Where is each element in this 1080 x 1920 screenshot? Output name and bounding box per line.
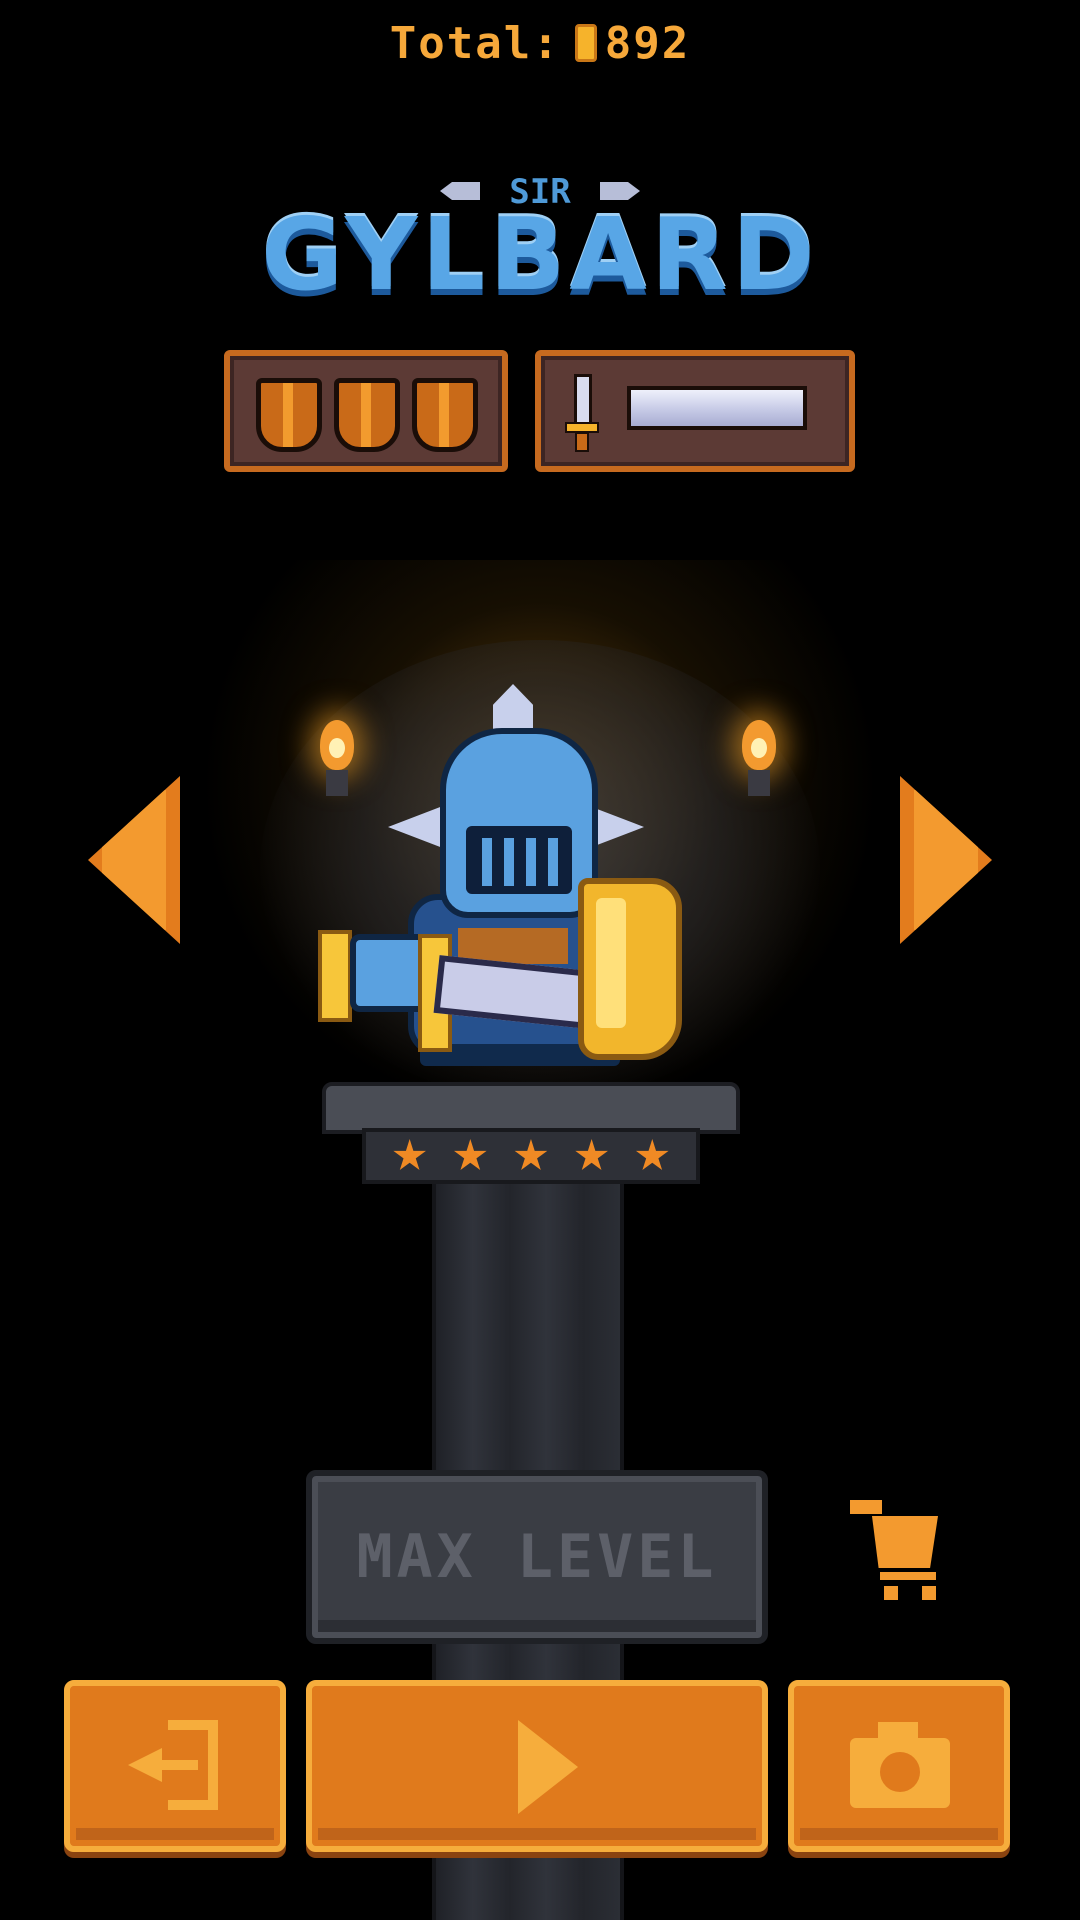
arrow-left-icon — [102, 790, 166, 930]
next-character-button[interactable] — [900, 776, 992, 944]
cart-icon[interactable] — [850, 1498, 946, 1602]
play-button[interactable] — [306, 1680, 768, 1852]
pedestal-top — [322, 1082, 740, 1134]
coin-count: 892 — [604, 18, 691, 69]
sword-icon — [565, 374, 599, 452]
camera-icon — [850, 1722, 950, 1808]
previous-character-button[interactable] — [88, 776, 180, 944]
star-icon — [514, 1139, 548, 1170]
play-icon — [518, 1720, 578, 1814]
defense-panel — [224, 350, 508, 472]
star-icon — [453, 1139, 487, 1170]
character-name: GYLBARD — [261, 196, 819, 313]
shield-icon — [256, 378, 322, 452]
screenshot-button[interactable] — [788, 1680, 1010, 1852]
star-rating — [362, 1128, 700, 1184]
star-icon — [575, 1139, 608, 1170]
coin-icon — [574, 24, 597, 62]
attack-power-bar — [627, 386, 807, 430]
exit-icon — [128, 1720, 224, 1810]
arrow-right-icon — [914, 790, 978, 930]
attack-panel — [535, 350, 855, 472]
knight-character — [318, 684, 698, 1066]
attack-power-fill — [631, 390, 803, 426]
torch-right-icon — [728, 720, 788, 820]
star-icon — [635, 1139, 669, 1170]
shield-icon — [334, 378, 400, 452]
shield-icon — [412, 378, 478, 452]
star-icon — [393, 1139, 426, 1170]
max-level-button[interactable]: MAX LEVEL — [306, 1470, 768, 1644]
total-label: Total: — [389, 18, 561, 69]
coin-total: Total: 892 — [0, 18, 1080, 69]
exit-button[interactable] — [64, 1680, 286, 1852]
